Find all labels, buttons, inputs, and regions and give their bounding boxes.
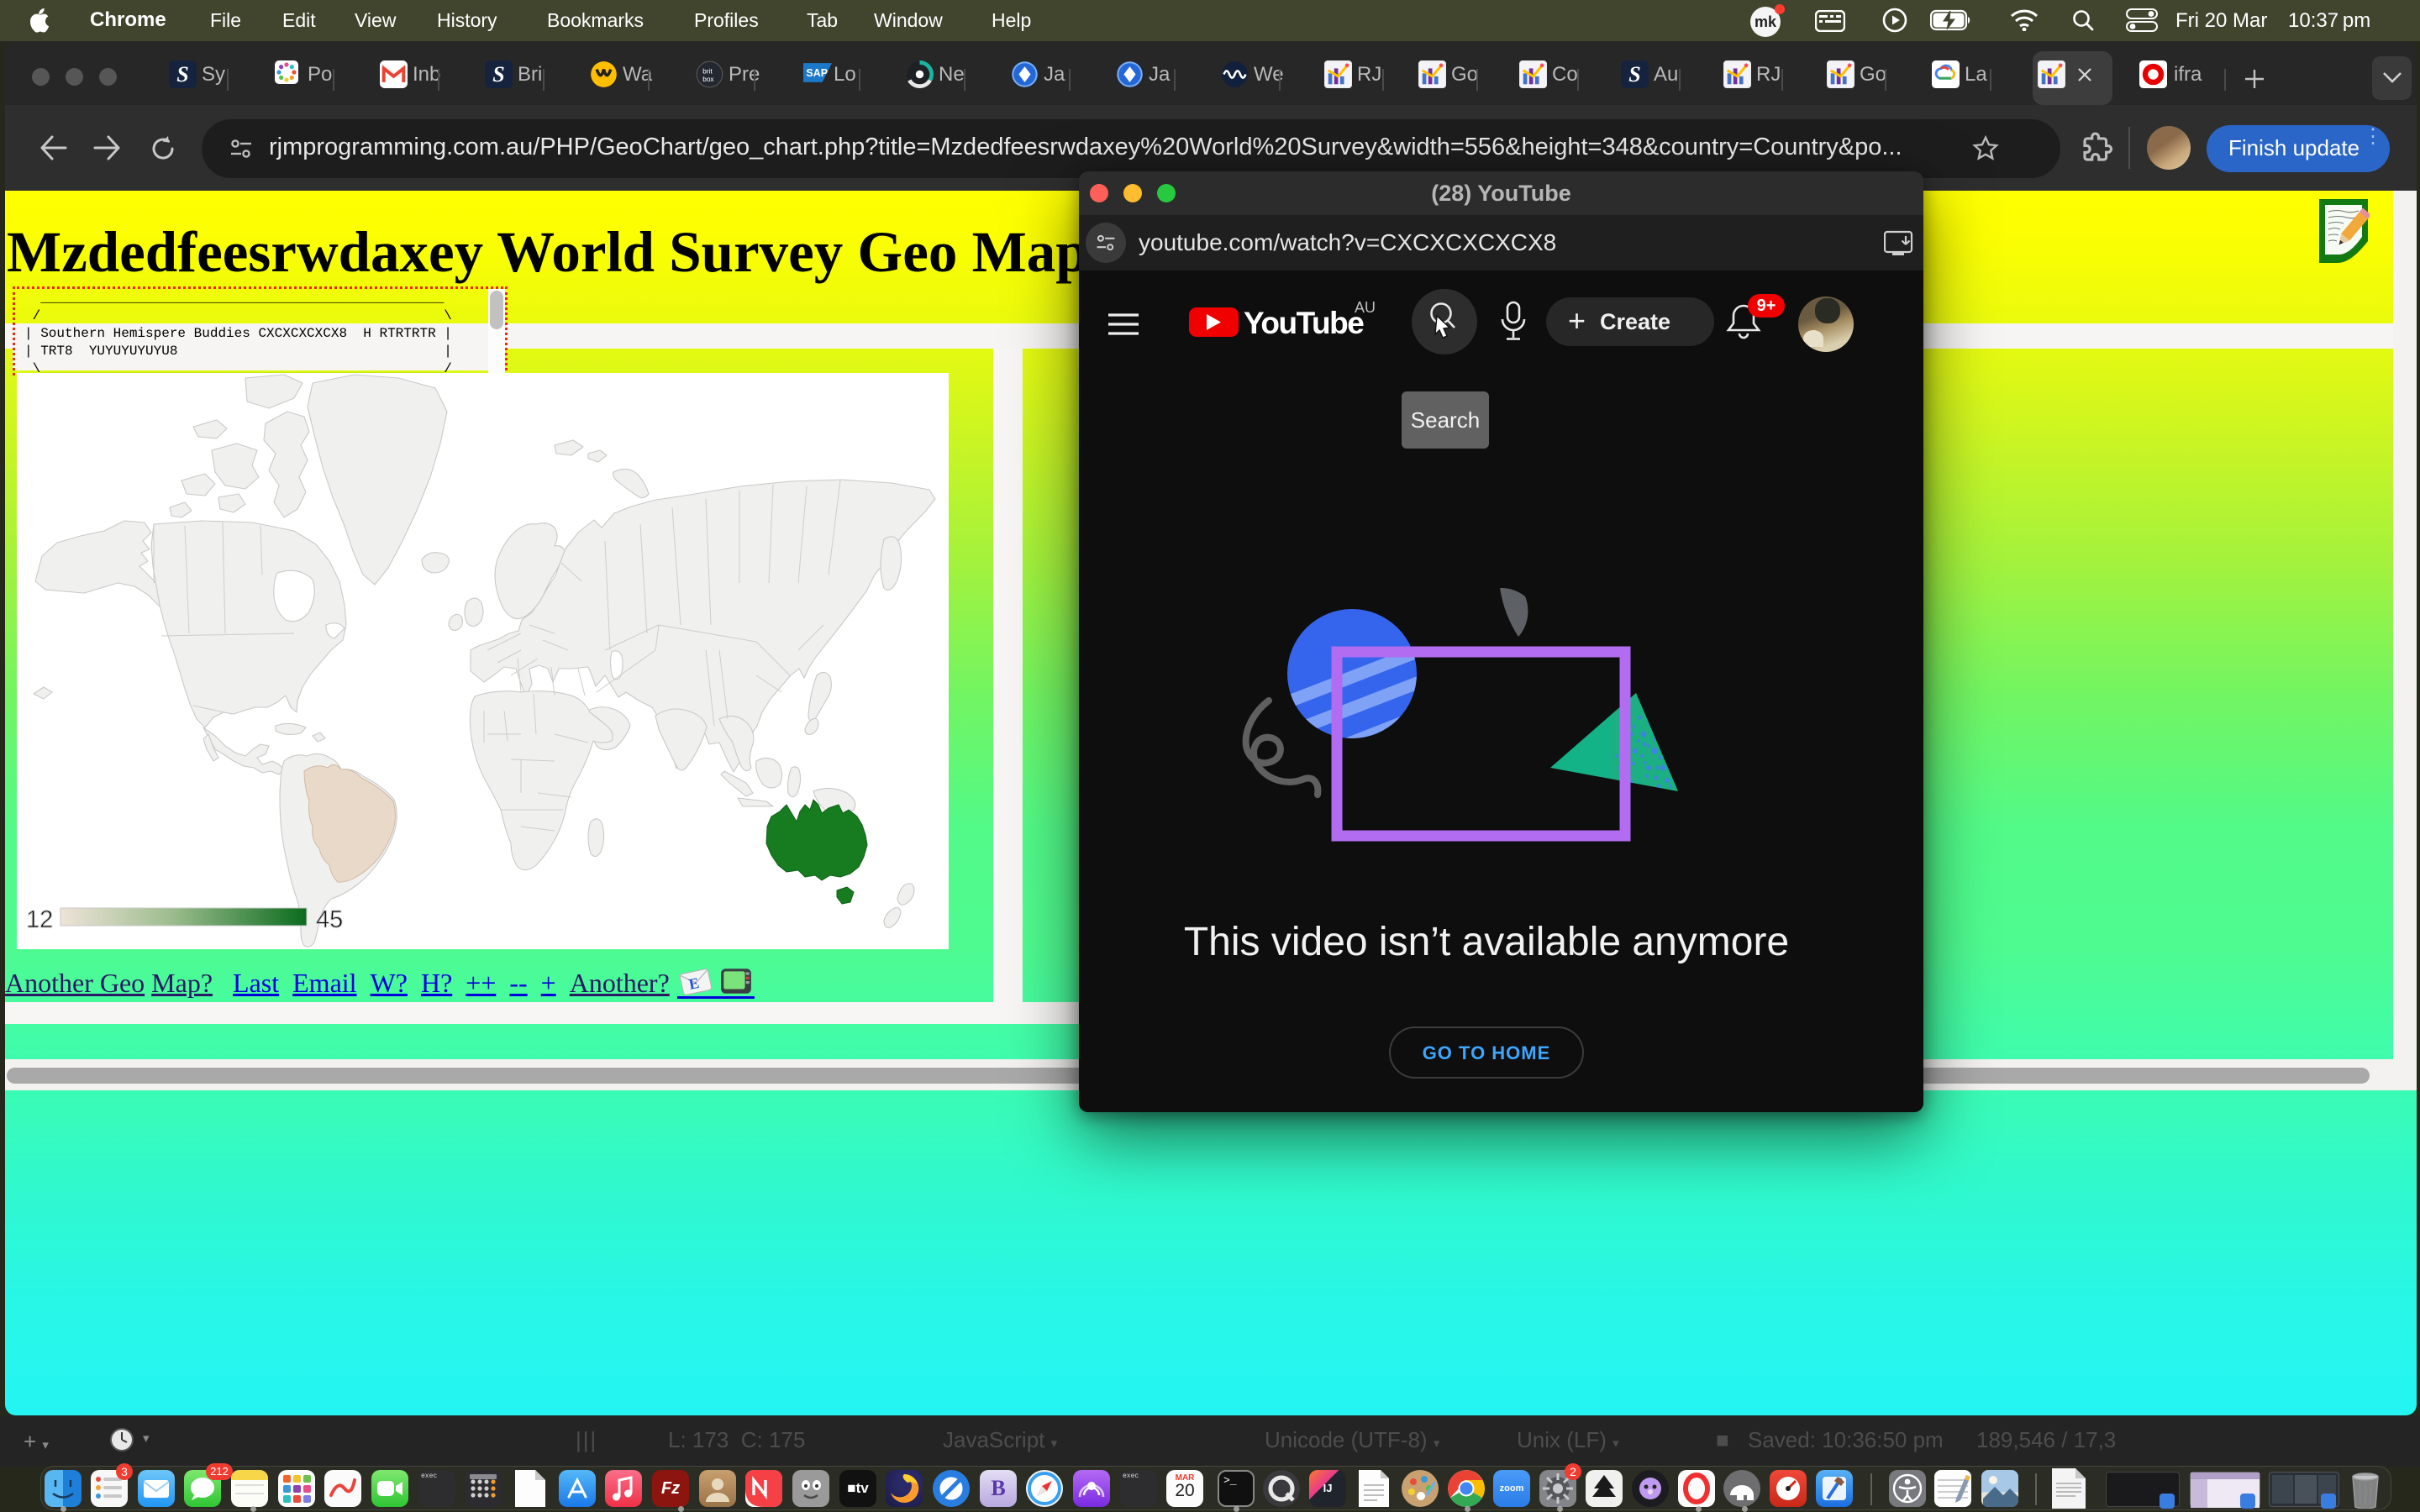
svg-text:45: 45 — [316, 906, 343, 933]
svg-text:12: 12 — [26, 906, 53, 933]
svg-text:brit: brit — [702, 67, 713, 75]
svg-text:box: box — [702, 76, 714, 83]
svg-text:SAP: SAP — [806, 67, 828, 79]
